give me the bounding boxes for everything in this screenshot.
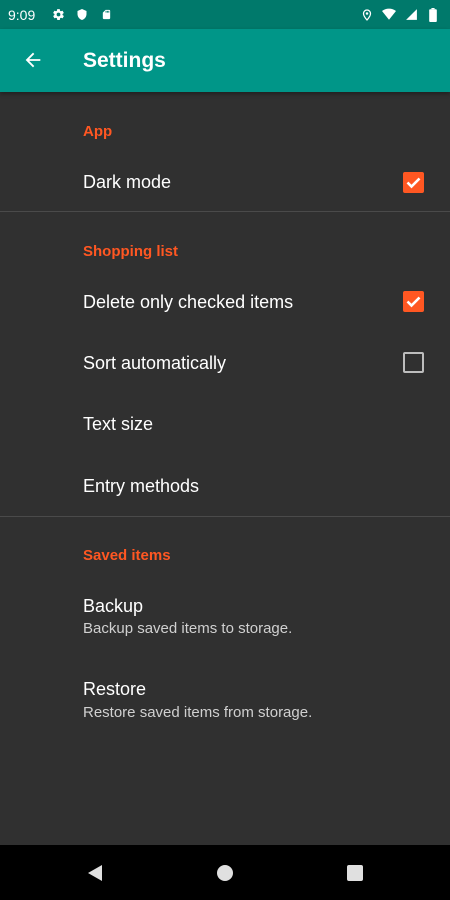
pref-backup[interactable]: Backup Backup saved items to storage. (0, 577, 450, 657)
location-icon (360, 8, 374, 22)
wifi-icon (382, 8, 396, 22)
pref-sort-automatically[interactable]: Sort automatically (0, 333, 450, 394)
section-divider (0, 516, 450, 517)
sd-card-icon (99, 8, 113, 22)
nav-back-button[interactable] (84, 862, 106, 884)
checkmark-icon (406, 296, 421, 308)
back-triangle-icon (86, 864, 104, 882)
pref-title: Sort automatically (83, 353, 227, 373)
arrow-left-icon (22, 49, 44, 71)
delete-only-checked-checkbox[interactable] (403, 291, 424, 312)
app-bar: Settings (0, 29, 450, 92)
section-header-saved-items: Saved items (83, 547, 171, 564)
nav-recents-button[interactable] (344, 862, 366, 884)
pref-summary: Backup saved items to storage. (83, 620, 293, 637)
pref-title: Delete only checked items (83, 292, 294, 312)
home-circle-icon (216, 864, 234, 882)
battery-icon (426, 7, 440, 22)
status-time: 9:09 (8, 6, 36, 23)
settings-list: App Dark mode Shopping list Delete only … (0, 92, 450, 845)
pref-title: Backup (83, 596, 144, 616)
status-bar: 9:09 (0, 0, 450, 29)
pref-title: Restore (83, 679, 147, 699)
section-divider (0, 211, 450, 212)
back-button[interactable] (16, 43, 50, 77)
checkmark-icon (406, 177, 421, 189)
section-header-shopping-list: Shopping list (83, 243, 178, 260)
pref-text-size[interactable]: Text size (0, 394, 450, 455)
navigation-bar (0, 845, 450, 900)
pref-title: Text size (83, 414, 154, 434)
sort-automatically-checkbox[interactable] (403, 352, 424, 373)
pref-dark-mode[interactable]: Dark mode (0, 152, 450, 212)
section-header-app: App (83, 123, 113, 140)
shield-icon (75, 8, 89, 22)
page-title: Settings (83, 49, 166, 72)
recents-square-icon (346, 864, 364, 882)
pref-title: Dark mode (83, 172, 172, 192)
settings-icon (51, 8, 65, 22)
pref-delete-only-checked[interactable]: Delete only checked items (0, 272, 450, 332)
pref-summary: Restore saved items from storage. (83, 704, 313, 721)
pref-entry-methods[interactable]: Entry methods (0, 455, 450, 516)
pref-title: Entry methods (83, 476, 200, 496)
signal-icon (404, 8, 418, 22)
dark-mode-checkbox[interactable] (403, 172, 424, 193)
nav-home-button[interactable] (214, 862, 236, 884)
pref-restore[interactable]: Restore Restore saved items from storage… (0, 659, 450, 741)
